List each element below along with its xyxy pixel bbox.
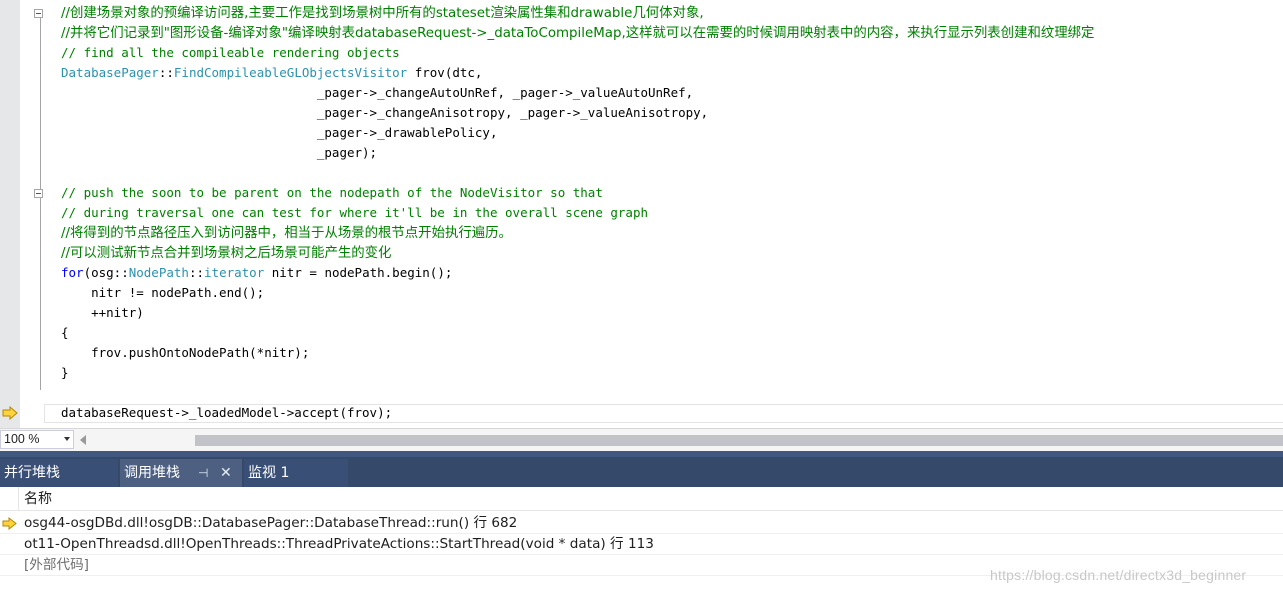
- code-line[interactable]: frov.pushOntoNodePath(*nitr);: [61, 343, 309, 363]
- call-stack-row[interactable]: ot11-OpenThreadsd.dll!OpenThreads::Threa…: [0, 534, 1283, 555]
- code-token: _pager);: [61, 145, 378, 160]
- code-line[interactable]: ++nitr): [61, 303, 144, 323]
- code-token: nitr = nodePath.begin();: [264, 265, 453, 280]
- tabbar-top-strip: [0, 451, 1283, 457]
- code-token: ++nitr): [61, 305, 144, 320]
- code-token: (osg::: [83, 265, 129, 280]
- code-token: FindCompileableGLObjectsVisitor: [173, 65, 408, 80]
- code-token: {: [61, 325, 69, 340]
- indicator-margin[interactable]: [0, 0, 20, 428]
- close-icon[interactable]: ✕: [220, 459, 234, 487]
- call-stack-frame-name: [外部代码]: [24, 557, 89, 573]
- code-token: DatabasePager: [61, 65, 159, 80]
- code-token: // during traversal one can test for whe…: [61, 205, 648, 220]
- code-line[interactable]: _pager->_changeAutoUnRef, _pager->_value…: [61, 83, 693, 103]
- code-token: // push the soon to be parent on the nod…: [61, 185, 603, 200]
- tool-window-tabbar: 并行堆栈 调用堆栈 ⊣ ✕ 监视 1: [0, 451, 1283, 487]
- code-token: _pager->_changeAnisotropy, _pager->_valu…: [61, 105, 709, 120]
- outline-guide: [40, 12, 41, 390]
- code-token: for: [61, 265, 84, 280]
- code-token: //可以测试新节点合并到场景树之后场景可能产生的变化: [61, 246, 392, 261]
- collapse-toggle-icon[interactable]: [34, 9, 43, 18]
- code-line[interactable]: }: [61, 363, 69, 383]
- code-line[interactable]: for(osg::NodePath::iterator nitr = nodeP…: [61, 263, 452, 283]
- code-line[interactable]: //将得到的节点路径压入到访问器中，相当于从场景的根节点开始执行遍历。: [61, 223, 512, 243]
- editor-status-bar: 100 %: [0, 428, 1283, 451]
- code-token: //创建场景对象的预编译访问器,主要工作是找到场景树中所有的stateset渲染…: [61, 6, 704, 21]
- call-stack-row[interactable]: osg44-osgDBd.dll!osgDB::DatabasePager::D…: [0, 513, 1283, 534]
- code-line[interactable]: _pager);: [61, 143, 377, 163]
- code-line[interactable]: nitr != nodePath.end();: [61, 283, 264, 303]
- code-token: _pager->_drawablePolicy,: [61, 125, 498, 140]
- code-line[interactable]: _pager->_changeAnisotropy, _pager->_valu…: [61, 103, 708, 123]
- zoom-select[interactable]: 100 %: [0, 430, 74, 449]
- tab-parallel-stacks[interactable]: 并行堆栈: [0, 459, 118, 487]
- tab-label: 调用堆栈: [124, 465, 180, 481]
- code-line[interactable]: {: [61, 323, 69, 343]
- watermark: https://blog.csdn.net/directx3d_beginner: [990, 567, 1247, 583]
- horizontal-scrollbar-thumb[interactable]: [195, 435, 1283, 446]
- code-token: NodePath: [128, 265, 189, 280]
- code-token: frov(dtc,: [407, 65, 483, 80]
- code-editor[interactable]: //创建场景对象的预编译访问器,主要工作是找到场景树中所有的stateset渲染…: [0, 0, 1283, 428]
- scroll-left-arrow-icon[interactable]: [80, 435, 86, 445]
- collapse-toggle-icon[interactable]: [34, 189, 43, 198]
- code-token: iterator: [204, 265, 265, 280]
- code-line[interactable]: //可以测试新节点合并到场景树之后场景可能产生的变化: [61, 243, 391, 263]
- code-token: nitr != nodePath.end();: [61, 285, 265, 300]
- code-line[interactable]: //并将它们记录到"图形设备-编译对象"编译映射表databaseRequest…: [61, 23, 1094, 43]
- code-token: ::: [188, 265, 205, 280]
- call-stack-header: 名称: [0, 487, 1283, 511]
- code-token: ::: [158, 65, 174, 80]
- glyph-column-header: [0, 487, 19, 511]
- code-line[interactable]: // during traversal one can test for whe…: [61, 203, 648, 223]
- code-token: }: [61, 365, 69, 380]
- tab-label: 监视 1: [248, 465, 290, 481]
- tab-call-stack[interactable]: 调用堆栈 ⊣ ✕: [120, 459, 242, 487]
- pin-icon[interactable]: ⊣: [198, 459, 212, 487]
- column-header-name[interactable]: 名称: [24, 489, 52, 509]
- current-frame-arrow-icon: [2, 517, 17, 530]
- code-token: databaseRequest->_loadedModel->accept(fr…: [61, 405, 393, 420]
- code-token: //将得到的节点路径压入到访问器中，相当于从场景的根节点开始执行遍历。: [61, 226, 512, 241]
- code-line[interactable]: DatabasePager::FindCompileableGLObjectsV…: [61, 63, 482, 83]
- tab-watch-1[interactable]: 监视 1: [244, 459, 348, 487]
- zoom-value: 100 %: [4, 432, 40, 446]
- code-token: frov.pushOntoNodePath(*nitr);: [61, 345, 310, 360]
- chevron-down-icon[interactable]: [64, 437, 70, 441]
- code-line[interactable]: // push the soon to be parent on the nod…: [61, 183, 603, 203]
- code-token: //并将它们记录到"图形设备-编译对象"编译映射表databaseRequest…: [61, 26, 1095, 41]
- execution-pointer-icon: [2, 406, 18, 420]
- code-line[interactable]: databaseRequest->_loadedModel->accept(fr…: [61, 403, 392, 423]
- code-line[interactable]: // find all the compileable rendering ob…: [61, 43, 400, 63]
- code-line[interactable]: _pager->_drawablePolicy,: [61, 123, 498, 143]
- code-token: // find all the compileable rendering ob…: [61, 45, 400, 60]
- call-stack-frame-name: osg44-osgDBd.dll!osgDB::DatabasePager::D…: [24, 515, 518, 531]
- code-token: _pager->_changeAutoUnRef, _pager->_value…: [61, 85, 694, 100]
- call-stack-frame-name: ot11-OpenThreadsd.dll!OpenThreads::Threa…: [24, 536, 654, 552]
- code-line[interactable]: //创建场景对象的预编译访问器,主要工作是找到场景树中所有的stateset渲染…: [61, 3, 704, 23]
- tab-label: 并行堆栈: [4, 465, 60, 481]
